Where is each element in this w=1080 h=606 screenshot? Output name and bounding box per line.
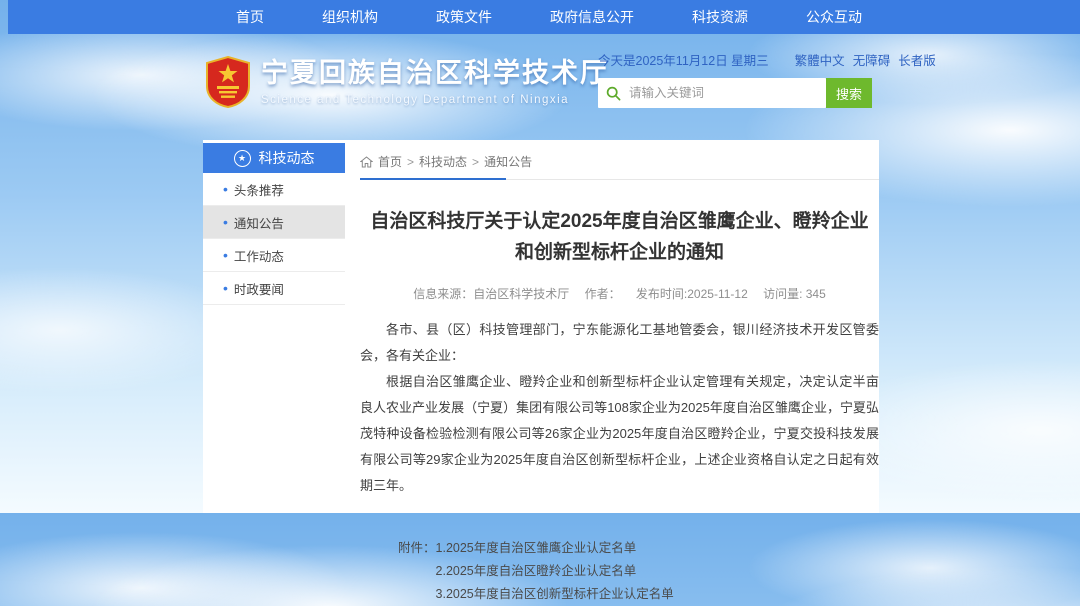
sidebar-item-label: 头条推荐 — [234, 180, 284, 199]
sidebar-item-label: 工作动态 — [234, 246, 284, 265]
sidebar-item-politics-news[interactable]: • 时政要闻 — [203, 272, 345, 305]
breadcrumb-home[interactable]: 首页 — [378, 153, 402, 170]
attachment-link-1[interactable]: 1.2025年度自治区雏鹰企业认定名单 — [436, 537, 674, 560]
date-language-row: 今天是2025年11月12日 星期三 繁體中文 无障碍 长者版 — [598, 50, 872, 69]
header-utilities: 今天是2025年11月12日 星期三 繁體中文 无障碍 长者版 搜索 — [598, 50, 872, 108]
bullet-icon: • — [223, 182, 228, 196]
breadcrumb: 首页 > 科技动态 > 通知公告 — [360, 153, 879, 170]
sidebar-menu: ★ 科技动态 • 头条推荐 • 通知公告 • 工作动态 • 时政要闻 — [203, 143, 345, 305]
attachments-block: 附件： 1.2025年度自治区雏鹰企业认定名单 2.2025年度自治区瞪羚企业认… — [398, 537, 879, 606]
breadcrumb-divider — [360, 178, 879, 180]
senior-version-link[interactable]: 长者版 — [898, 50, 936, 69]
sidebar-item-label: 时政要闻 — [234, 279, 284, 298]
sidebar-title: 科技动态 — [259, 148, 315, 168]
site-title: 宁夏回族自治区科学技术厅 — [261, 58, 609, 88]
nav-item-resources[interactable]: 科技资源 — [692, 7, 748, 27]
bullet-icon: • — [223, 281, 228, 295]
accessibility-link[interactable]: 无障碍 — [853, 50, 891, 69]
attachments-list: 1.2025年度自治区雏鹰企业认定名单 2.2025年度自治区瞪羚企业认定名单 … — [436, 537, 674, 606]
sidebar-header: ★ 科技动态 — [203, 143, 345, 173]
nav-item-interaction[interactable]: 公众互动 — [806, 7, 862, 27]
meta-source: 信息来源：自治区科学技术厅 — [413, 287, 569, 301]
main-content-panel: ★ 科技动态 • 头条推荐 • 通知公告 • 工作动态 • 时政要闻 首页 > … — [203, 140, 879, 513]
sidebar-item-label: 通知公告 — [234, 213, 284, 232]
meta-publish-time: 发布时间:2025-11-12 — [636, 287, 748, 301]
current-date: 今天是2025年11月12日 星期三 — [598, 50, 769, 69]
search-icon — [606, 86, 621, 101]
traditional-chinese-link[interactable]: 繁體中文 — [795, 50, 845, 69]
bullet-icon: • — [223, 248, 228, 262]
breadcrumb-separator: > — [407, 155, 414, 169]
search-input[interactable] — [627, 85, 826, 101]
nav-item-policy[interactable]: 政策文件 — [436, 7, 492, 27]
breadcrumb-separator: > — [472, 155, 479, 169]
nav-item-organization[interactable]: 组织机构 — [322, 7, 378, 27]
article-paragraph: 各市、县（区）科技管理部门，宁东能源化工基地管委会，银川经济技术开发区管委会，各… — [360, 317, 879, 369]
attachment-link-2[interactable]: 2.2025年度自治区瞪羚企业认定名单 — [436, 560, 674, 583]
attachments-label: 附件： — [398, 537, 436, 606]
sidebar-item-notices[interactable]: • 通知公告 — [203, 206, 345, 239]
bullet-icon: • — [223, 215, 228, 229]
site-brand[interactable]: 宁夏回族自治区科学技术厅 Science and Technology Depa… — [205, 56, 609, 108]
national-emblem-logo — [205, 56, 251, 108]
site-subtitle: Science and Technology Department of Nin… — [261, 94, 609, 106]
search-box[interactable] — [598, 78, 826, 108]
breadcrumb-notices[interactable]: 通知公告 — [484, 153, 532, 170]
article-area: 首页 > 科技动态 > 通知公告 自治区科技厅关于认定2025年度自治区雏鹰企业… — [360, 140, 879, 606]
search-button[interactable]: 搜索 — [826, 78, 872, 108]
divider-accent — [360, 178, 506, 180]
breadcrumb-tech-news[interactable]: 科技动态 — [419, 153, 467, 170]
meta-visits: 访问量: 345 — [763, 287, 826, 301]
star-circle-icon: ★ — [234, 150, 251, 167]
nav-item-home[interactable]: 首页 — [236, 7, 264, 27]
article-body: 各市、县（区）科技管理部门，宁东能源化工基地管委会，银川经济技术开发区管委会，各… — [360, 317, 879, 499]
search-row: 搜索 — [598, 78, 872, 108]
sidebar-item-work-news[interactable]: • 工作动态 — [203, 239, 345, 272]
article-title: 自治区科技厅关于认定2025年度自治区雏鹰企业、瞪羚企业和创新型标杆企业的通知 — [370, 206, 869, 268]
site-header: 宁夏回族自治区科学技术厅 Science and Technology Depa… — [0, 34, 1080, 140]
site-title-block: 宁夏回族自治区科学技术厅 Science and Technology Depa… — [261, 58, 609, 106]
meta-author: 作者： — [585, 287, 621, 301]
top-navigation: 首页 组织机构 政策文件 政府信息公开 科技资源 公众互动 — [8, 0, 1080, 34]
home-icon — [360, 156, 373, 168]
article-meta: 信息来源：自治区科学技术厅 作者： 发布时间:2025-11-12 访问量: 3… — [360, 285, 879, 302]
nav-item-gov-info[interactable]: 政府信息公开 — [550, 7, 634, 27]
attachment-link-3[interactable]: 3.2025年度自治区创新型标杆企业认定名单 — [436, 583, 674, 606]
article-paragraph: 根据自治区雏鹰企业、瞪羚企业和创新型标杆企业认定管理有关规定，决定认定半亩良人农… — [360, 369, 879, 499]
sidebar-item-headlines[interactable]: • 头条推荐 — [203, 173, 345, 206]
